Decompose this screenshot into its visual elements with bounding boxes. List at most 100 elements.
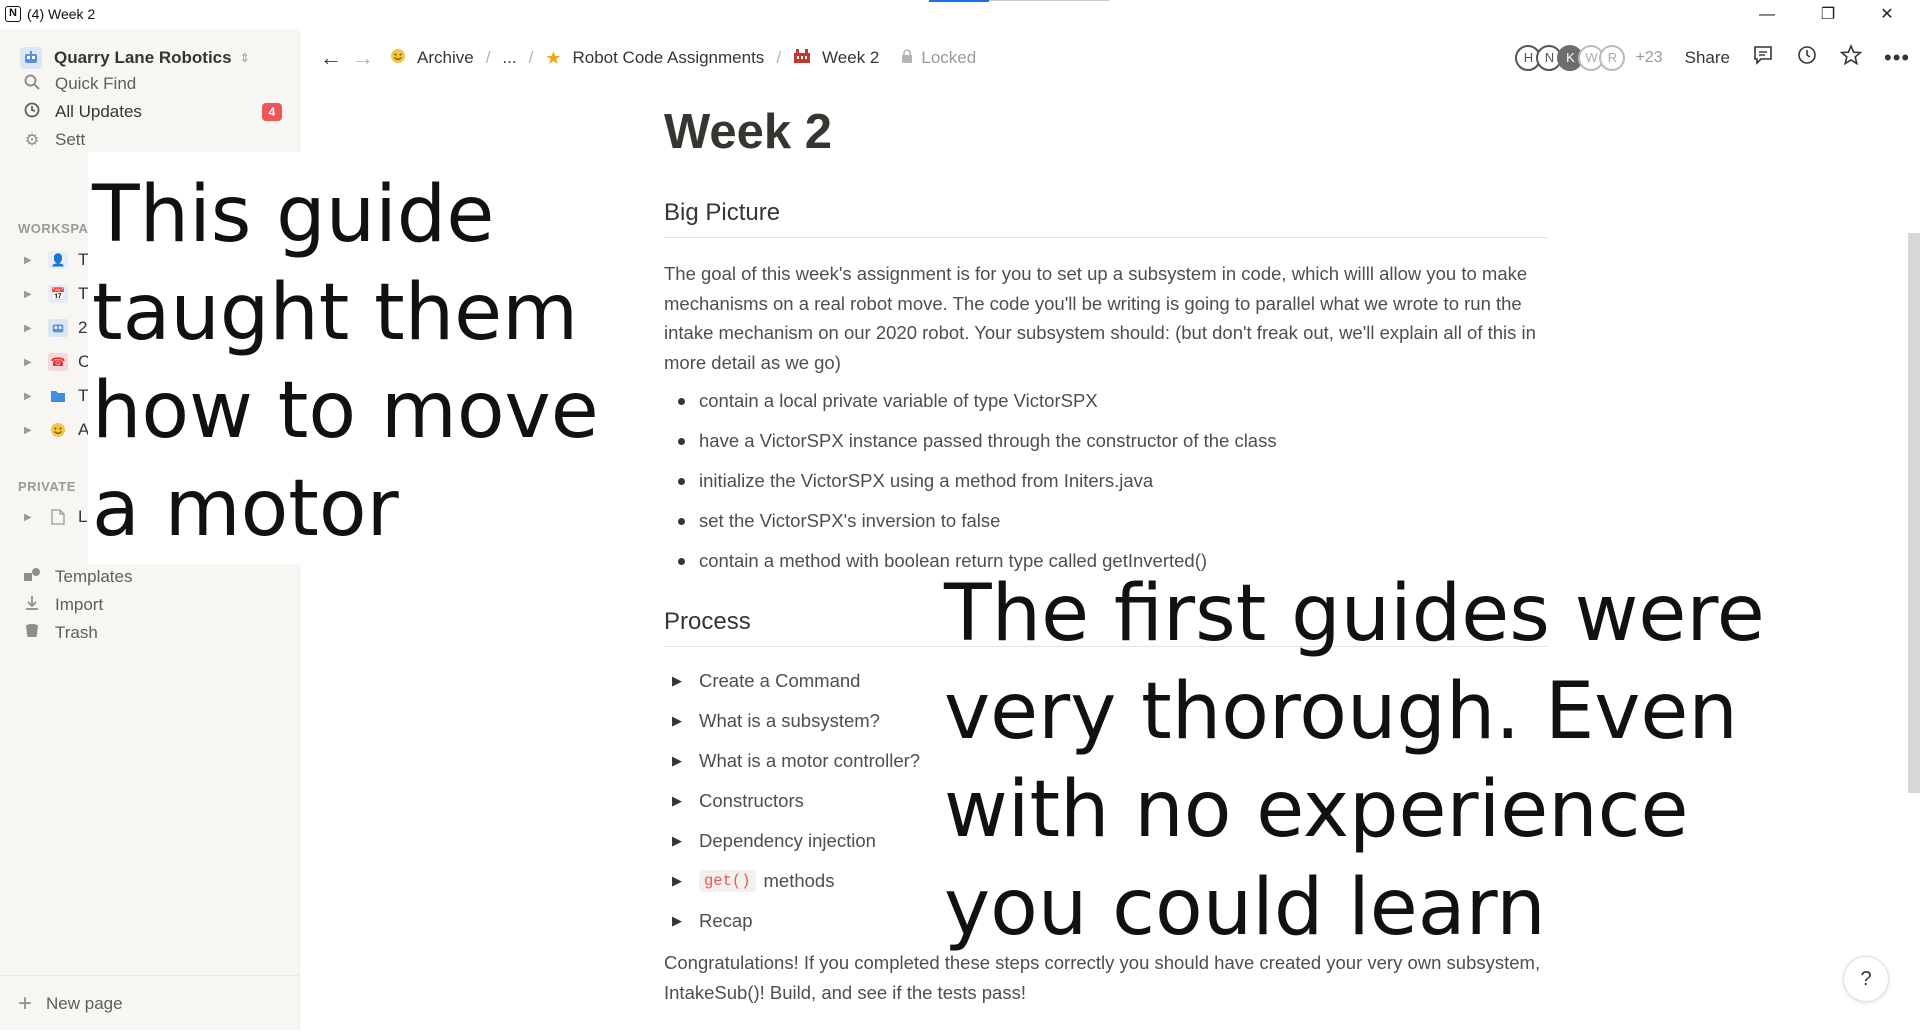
toggle-triangle-icon[interactable]: ▶ (672, 713, 682, 729)
sidebar-quick-find[interactable]: Quick Find (20, 70, 136, 98)
plus-icon: + (18, 989, 33, 1017)
page-item-label: L (78, 507, 88, 526)
new-page-label: New page (46, 993, 123, 1013)
templates-icon (20, 567, 44, 588)
toggle-triangle-icon[interactable]: ▶ (672, 833, 682, 849)
sidebar-page-item[interactable]: ▶ ☎ C (24, 349, 90, 375)
calendar-icon: 📅 (48, 285, 68, 303)
star-outline-icon[interactable] (1839, 43, 1863, 72)
sidebar-templates[interactable]: Templates (20, 563, 132, 591)
breadcrumb-robot-code-assignments[interactable]: ★ Robot Code Assignments (545, 48, 764, 69)
sidebar-settings[interactable]: ⚙ Sett (20, 126, 85, 154)
toggle-block[interactable]: ▶ Dependency injection (672, 830, 876, 852)
bullet-item: set the VictorSPX's inversion to false (678, 510, 1000, 532)
avatar[interactable]: R (1599, 45, 1626, 71)
sidebar-page-item[interactable]: ▶ 👤 T (24, 247, 88, 273)
back-arrow-icon[interactable]: ← (320, 45, 342, 71)
expand-triangle-icon[interactable]: ▶ (24, 255, 38, 266)
overlay-caption-right: The first guides were very thorough. Eve… (944, 569, 1765, 953)
sidebar-all-updates[interactable]: All Updates (20, 98, 142, 126)
chevron-updown-icon: ⇕ (239, 51, 250, 65)
more-collaborators-count[interactable]: +23 (1635, 49, 1662, 67)
toggle-triangle-icon[interactable]: ▶ (672, 793, 682, 809)
bullet-item: have a VictorSPX instance passed through… (678, 430, 1277, 452)
quick-find-label: Quick Find (55, 74, 137, 93)
bullet-text: contain a local private variable of type… (699, 390, 1098, 411)
breadcrumb-label: ... (502, 48, 517, 67)
breadcrumb-separator: / (485, 48, 491, 67)
phone-icon: ☎ (48, 353, 68, 371)
expand-triangle-icon[interactable]: ▶ (24, 357, 38, 368)
toggle-label: Constructors (699, 790, 804, 811)
robot-icon (20, 47, 42, 69)
sidebar-page-item[interactable]: ▶ T (24, 383, 88, 409)
forward-arrow-icon[interactable]: → (352, 45, 374, 71)
toggle-triangle-icon[interactable]: ▶ (672, 673, 682, 689)
private-section-label: PRIVATE (18, 479, 76, 494)
breadcrumb-archive[interactable]: Archive (390, 48, 474, 68)
minimize-button[interactable]: — (1744, 0, 1790, 29)
toggle-block[interactable]: ▶ What is a motor controller? (672, 750, 920, 772)
folder-icon (48, 387, 68, 405)
share-button[interactable]: Share (1685, 48, 1730, 68)
trash-icon (20, 623, 44, 644)
collaborator-avatars[interactable]: H N K W R (1515, 45, 1626, 71)
sidebar-import[interactable]: Import (20, 591, 103, 619)
breadcrumb-label: Robot Code Assignments (572, 48, 765, 67)
notion-app-icon: N (5, 6, 21, 22)
workspace-name: Quarry Lane Robotics (54, 48, 232, 67)
maximize-button[interactable]: ❐ (1805, 0, 1851, 29)
scrollbar[interactable] (1908, 233, 1920, 793)
workspace-switcher[interactable]: Quarry Lane Robotics ⇕ (20, 43, 250, 73)
toggle-block[interactable]: ▶ Recap (672, 910, 752, 932)
bullet-dot (678, 397, 685, 405)
history-clock-icon[interactable] (1796, 45, 1818, 71)
expand-triangle-icon[interactable]: ▶ (24, 289, 38, 300)
toggle-block[interactable]: ▶ Create a Command (672, 670, 860, 692)
lock-icon (901, 49, 913, 67)
toggle-block[interactable]: ▶ get() methods (672, 870, 834, 892)
breadcrumb-separator: / (776, 48, 782, 67)
big-picture-heading: Big Picture (664, 199, 1548, 238)
inline-code: get() (699, 870, 756, 892)
toggle-block[interactable]: ▶ What is a subsystem? (672, 710, 880, 732)
toggle-label: Create a Command (699, 670, 861, 691)
toggle-triangle-icon[interactable]: ▶ (672, 873, 682, 889)
bullet-item: initialize the VictorSPX using a method … (678, 470, 1153, 492)
overlay-caption-left: This guide taught them how to move a mot… (88, 152, 616, 564)
sidebar-page-item[interactable]: ▶ A (24, 417, 89, 443)
bullet-text: have a VictorSPX instance passed through… (699, 430, 1277, 451)
toggle-triangle-icon[interactable]: ▶ (672, 753, 682, 769)
sidebar-page-item[interactable]: ▶ L (24, 504, 87, 530)
workspace-section-label: WORKSPA (18, 221, 89, 236)
expand-triangle-icon[interactable]: ▶ (24, 425, 38, 436)
toggle-block[interactable]: ▶ Constructors (672, 790, 804, 812)
bullet-text: set the VictorSPX's inversion to false (699, 510, 1001, 531)
page-title: Week 2 (664, 105, 832, 159)
star-icon: ★ (545, 47, 562, 68)
all-updates-label: All Updates (55, 102, 142, 121)
sidebar-trash[interactable]: Trash (20, 619, 98, 647)
templates-label: Templates (55, 567, 133, 586)
expand-triangle-icon[interactable]: ▶ (24, 512, 38, 523)
expand-triangle-icon[interactable]: ▶ (24, 323, 38, 334)
close-button[interactable]: ✕ (1864, 0, 1910, 29)
comment-icon[interactable] (1752, 45, 1774, 71)
clock-icon (20, 102, 44, 123)
bullet-dot (678, 517, 685, 525)
new-page-button[interactable]: + New page (0, 975, 300, 1031)
page-item-label: T (78, 250, 89, 269)
sidebar-page-item[interactable]: ▶ 📅 T (24, 281, 88, 307)
toggle-label: What is a motor controller? (699, 750, 921, 771)
locked-indicator[interactable]: Locked (901, 48, 976, 68)
page-icon (48, 508, 68, 526)
toggle-label: Recap (699, 910, 753, 931)
toggle-triangle-icon[interactable]: ▶ (672, 913, 682, 929)
breadcrumb-week-2[interactable]: Week 2 (793, 48, 879, 68)
sidebar-page-item[interactable]: ▶ 2 (24, 315, 87, 341)
help-button[interactable]: ? (1843, 956, 1889, 1002)
breadcrumb-ellipsis[interactable]: ... (502, 48, 516, 68)
more-options-icon[interactable]: ••• (1884, 45, 1909, 71)
expand-triangle-icon[interactable]: ▶ (24, 391, 38, 402)
window-title: (4) Week 2 (27, 6, 96, 22)
